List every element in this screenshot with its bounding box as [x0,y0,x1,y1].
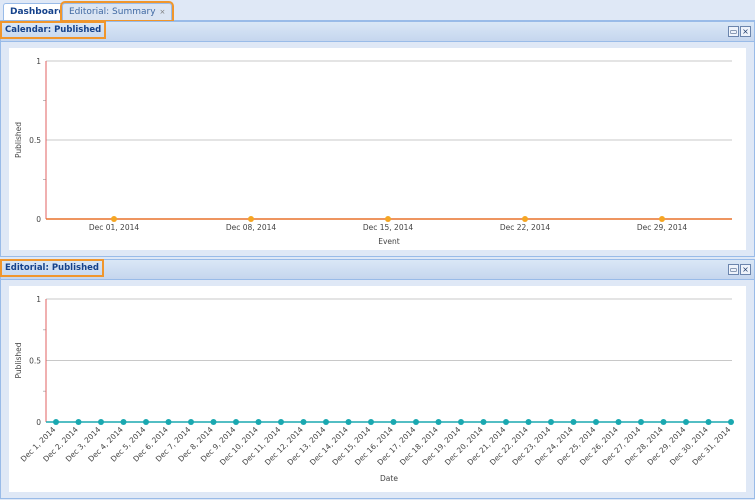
data-point [570,419,577,425]
data-point [660,419,667,425]
data-point [705,419,712,425]
y-tick-label: 0 [36,418,41,427]
data-point [548,419,554,425]
data-point [435,419,442,425]
data-point [385,216,391,222]
panel-header: Editorial: Published ▭ × [0,259,755,280]
tab-label: Editorial: Summary [69,7,156,17]
close-icon[interactable]: × [740,264,751,275]
data-point [480,419,487,425]
data-point [188,419,194,425]
data-point [503,419,509,425]
data-point [659,216,665,222]
data-point [593,419,599,425]
maximize-icon[interactable]: ▭ [728,26,739,37]
y-tick-label: 1 [36,295,41,304]
data-point [111,216,117,222]
x-axis-title: Date [380,474,398,483]
data-point [255,419,262,425]
data-point [165,419,172,425]
tab-bar: Dashboard Editorial: Summary × [0,0,755,22]
editorial-panel: Editorial: Published ▭ × 0 0.5 1 Dec 1, 2014… [0,259,755,499]
data-point [98,419,104,425]
editorial-chart: 00.51Dec 1, 2014Dec 2, 2014Dec 3, 2014De… [9,286,746,492]
y-tick-label: 0.5 [29,357,41,366]
y-tick-label: 1 [36,57,41,66]
panel-title: Calendar: Published [0,21,107,39]
tab-label: Dashboard [10,7,65,17]
x-tick-label: Dec 22, 2014 [500,223,551,232]
data-point [683,419,689,425]
data-point [248,216,254,222]
data-point [278,419,284,425]
x-tick-label: Dec 15, 2014 [363,223,414,232]
data-point [525,419,532,425]
data-point [323,419,329,425]
data-point [390,419,397,425]
panel-header: Calendar: Published ▭ × [0,21,755,42]
x-tick-label: Dec 01, 2014 [89,223,140,232]
data-point [143,419,149,425]
maximize-icon[interactable]: ▭ [728,264,739,275]
x-tick-label: Dec 29, 2014 [637,223,688,232]
data-point [53,419,59,425]
calendar-chart: 0 0.5 1 Dec 01, 2014 Dec 08, 2014 Dec 15, 201… [9,48,746,250]
data-point [638,419,644,425]
close-icon[interactable]: × [740,26,751,37]
x-tick-label: Dec 08, 2014 [226,223,277,232]
close-tab-icon[interactable]: × [160,8,166,16]
data-point [728,419,734,425]
data-point [368,419,374,425]
data-point [413,419,419,425]
y-tick-label: 0.5 [29,136,41,145]
data-point [210,419,217,425]
data-point [120,419,127,425]
data-point [615,419,622,425]
y-tick-label: 0 [36,215,41,224]
calendar-panel: Calendar: Published ▭ × 0 0.5 1 Dec 01, 2014… [0,21,755,257]
data-point [233,419,239,425]
tab-editorial-summary[interactable]: Editorial: Summary × [59,1,175,22]
panel-title: Editorial: Published [0,259,104,277]
data-point [458,419,464,425]
data-point [345,419,352,425]
data-point [300,419,307,425]
data-point [75,419,82,425]
y-axis-title: Published [14,342,23,378]
data-point [522,216,528,222]
x-axis-title: Event [378,237,400,246]
y-axis-title: Published [14,122,23,158]
